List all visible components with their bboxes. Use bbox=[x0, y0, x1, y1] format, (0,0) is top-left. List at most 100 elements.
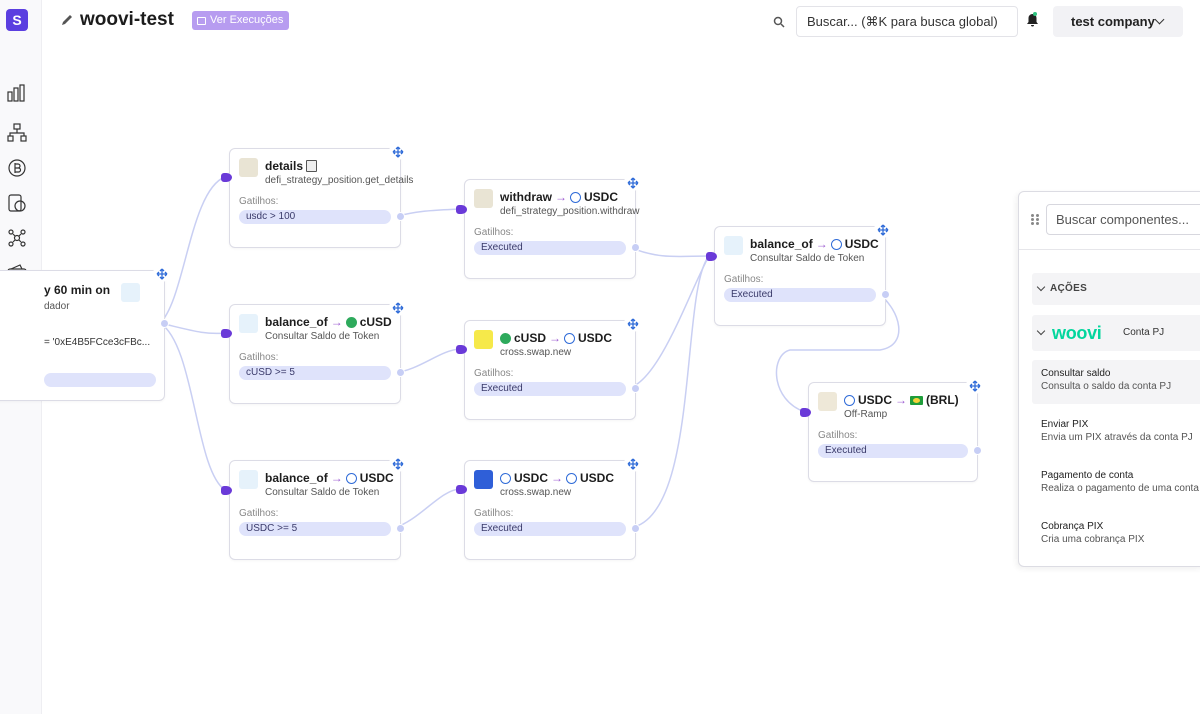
cusd-coin-icon bbox=[345, 316, 357, 328]
bitcoin-doc-icon[interactable] bbox=[6, 192, 28, 214]
move-icon[interactable] bbox=[624, 174, 641, 191]
withdraw-node[interactable]: withdraw → USDC defi_strategy_position.wit… bbox=[464, 174, 641, 279]
token-balance-icon bbox=[239, 470, 258, 489]
workflow-title[interactable]: woovi-test bbox=[80, 9, 174, 31]
woovi-provider[interactable]: woovi Conta PJ bbox=[1032, 315, 1200, 351]
component-item-pagamento-conta[interactable]: Pagamento de conta Realiza o pagamento d… bbox=[1032, 462, 1200, 506]
offramp-to: (BRL) bbox=[926, 393, 959, 407]
company-name: test company bbox=[1071, 14, 1155, 29]
company-selector[interactable]: test company bbox=[1053, 6, 1183, 37]
list-icon bbox=[197, 16, 206, 25]
actions-section-label: AÇÕES bbox=[1050, 283, 1088, 294]
move-icon[interactable] bbox=[966, 377, 983, 394]
input-port[interactable] bbox=[221, 486, 232, 495]
output-port[interactable] bbox=[396, 524, 405, 533]
usdc-coin-icon bbox=[345, 472, 357, 484]
move-icon[interactable] bbox=[389, 299, 406, 316]
output-port[interactable] bbox=[973, 446, 982, 455]
input-port[interactable] bbox=[800, 408, 811, 417]
trigger-value: = '0xE4B5FCce3cFBc... bbox=[44, 337, 151, 348]
withdraw-method: withdraw bbox=[500, 190, 553, 204]
pencil-icon[interactable] bbox=[60, 13, 74, 27]
balance-cusd-node[interactable]: balance_of → cUSD Consultar Saldo de Token… bbox=[229, 299, 406, 404]
swap-cusd-node[interactable]: cUSD → USDC cross.swap.new Gatilhos: Execu… bbox=[464, 315, 641, 420]
usdc-coin-icon bbox=[844, 394, 855, 406]
arrow-icon: → bbox=[555, 190, 568, 204]
balance-final-title: balance_of → USDC bbox=[750, 237, 879, 251]
component-title: Consultar saldo bbox=[1041, 368, 1111, 379]
trigger-title: y 60 min on bbox=[44, 283, 111, 297]
balance-usdc-node[interactable]: balance_of → USDC Consultar Saldo de Token… bbox=[229, 455, 406, 560]
details-title: details bbox=[265, 159, 318, 173]
arrow-icon: → bbox=[815, 237, 828, 251]
component-title: Enviar PIX bbox=[1041, 419, 1089, 430]
triggers-label: Gatilhos: bbox=[474, 508, 514, 519]
input-port[interactable] bbox=[456, 485, 467, 494]
component-item-consultar-saldo[interactable]: Consultar saldo Consulta o saldo da cont… bbox=[1032, 360, 1200, 404]
drag-handle-icon[interactable] bbox=[1031, 214, 1040, 226]
output-port[interactable] bbox=[631, 524, 640, 533]
input-port[interactable] bbox=[456, 345, 467, 354]
bitcoin-icon[interactable] bbox=[6, 157, 28, 179]
input-port[interactable] bbox=[456, 205, 467, 214]
output-port[interactable] bbox=[881, 290, 890, 299]
arrow-icon: → bbox=[551, 471, 564, 485]
trigger-subtitle: dador bbox=[44, 301, 70, 312]
move-icon[interactable] bbox=[389, 143, 406, 160]
swap-icon bbox=[474, 330, 493, 349]
trigger-node[interactable]: y 60 min on dador = '0xE4B5FCce3cFBc... bbox=[0, 265, 170, 401]
component-item-cobranca-pix[interactable]: Cobrança PIX Cria uma cobrança PIX bbox=[1032, 513, 1200, 557]
input-port[interactable] bbox=[221, 329, 232, 338]
chevron-down-icon bbox=[1154, 14, 1165, 25]
move-icon[interactable] bbox=[389, 455, 406, 472]
balance-final-method: balance_of bbox=[750, 237, 813, 251]
brazil-flag-icon bbox=[910, 395, 924, 405]
components-search-input[interactable] bbox=[1046, 204, 1200, 235]
output-port[interactable] bbox=[631, 243, 640, 252]
network-icon[interactable] bbox=[6, 227, 28, 249]
offramp-condition: Executed bbox=[818, 444, 968, 458]
component-description: Realiza o pagamento de uma conta bbox=[1041, 483, 1199, 494]
output-port[interactable] bbox=[396, 368, 405, 377]
output-port[interactable] bbox=[160, 319, 169, 328]
token-balance-icon bbox=[724, 236, 743, 255]
move-icon[interactable] bbox=[624, 455, 641, 472]
swap-cusd-title: cUSD → USDC bbox=[500, 331, 612, 345]
flow-icon[interactable] bbox=[6, 122, 28, 144]
output-port[interactable] bbox=[396, 212, 405, 221]
component-item-enviar-pix[interactable]: Enviar PIX Envia um PIX através da conta… bbox=[1032, 411, 1200, 455]
dashboard-icon[interactable] bbox=[6, 82, 28, 104]
provider-label: Conta PJ bbox=[1123, 327, 1165, 338]
component-description: Envia um PIX através da conta PJ bbox=[1041, 432, 1193, 443]
swap-icon bbox=[474, 470, 493, 489]
offramp-node[interactable]: USDC → (BRL) Off-Ramp Gatilhos: Executed bbox=[808, 377, 983, 482]
swap-cusd-subtitle: cross.swap.new bbox=[500, 347, 572, 358]
balance-cusd-method: balance_of bbox=[265, 315, 328, 329]
components-panel: AÇÕES woovi Conta PJ Consultar saldo Con… bbox=[1018, 191, 1200, 567]
triggers-label: Gatilhos: bbox=[239, 196, 279, 207]
triggers-label: Gatilhos: bbox=[239, 508, 279, 519]
actions-section-header[interactable]: AÇÕES bbox=[1032, 273, 1200, 305]
details-condition: usdc > 100 bbox=[239, 210, 391, 224]
output-port[interactable] bbox=[631, 384, 640, 393]
balance-final-condition: Executed bbox=[724, 288, 876, 302]
app-logo[interactable]: S bbox=[6, 9, 28, 31]
balance-final-subtitle: Consultar Saldo de Token bbox=[750, 253, 865, 264]
global-search-input[interactable] bbox=[796, 6, 1018, 37]
divider bbox=[1019, 249, 1200, 250]
chevron-down-icon bbox=[1036, 282, 1046, 292]
balance-final-node[interactable]: balance_of → USDC Consultar Saldo de Token… bbox=[714, 221, 891, 326]
balance-cusd-subtitle: Consultar Saldo de Token bbox=[265, 331, 380, 342]
input-port[interactable] bbox=[706, 252, 717, 261]
move-icon[interactable] bbox=[624, 315, 641, 332]
view-executions-button[interactable]: Ver Execuções bbox=[192, 11, 290, 30]
details-subtitle: defi_strategy_position.get_details bbox=[265, 175, 414, 186]
details-node[interactable]: details defi_strategy_position.get_detai… bbox=[229, 143, 413, 248]
move-icon[interactable] bbox=[874, 221, 891, 238]
move-icon[interactable] bbox=[153, 265, 170, 282]
swap-usdc-node[interactable]: USDC → USDC cross.swap.new Gatilhos: Execu… bbox=[464, 455, 641, 560]
token-balance-icon bbox=[239, 314, 258, 333]
withdraw-title: withdraw → USDC bbox=[500, 190, 618, 204]
balance-usdc-title: balance_of → USDC bbox=[265, 471, 394, 485]
input-port[interactable] bbox=[221, 173, 232, 182]
